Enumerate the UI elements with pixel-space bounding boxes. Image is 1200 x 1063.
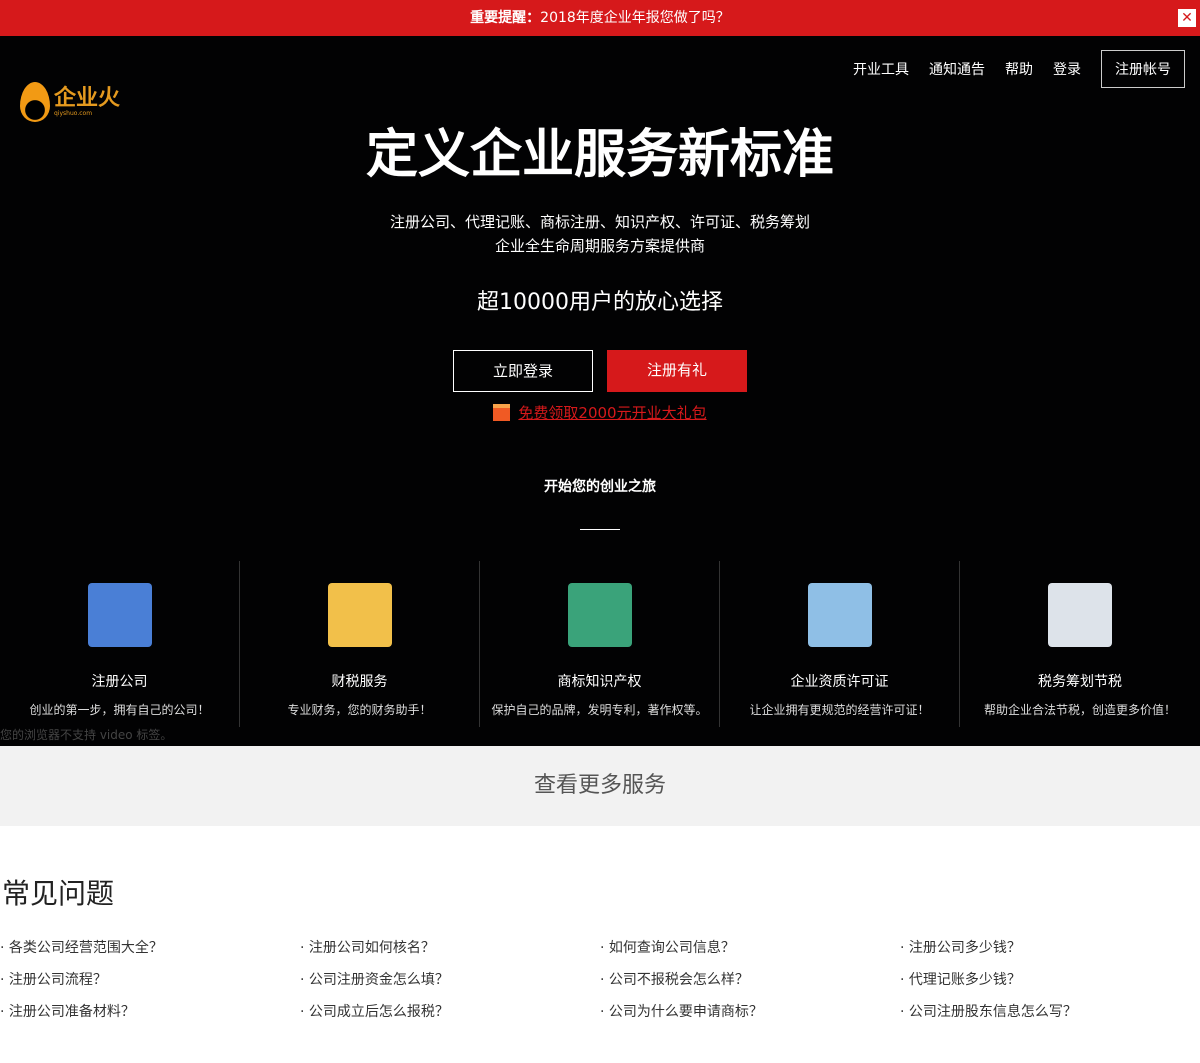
service-title: 企业资质许可证 — [790, 674, 889, 690]
faq-section: 常见问题 · 各类公司经营范围大全？ · 注册公司如何核名？ · 如何查询公司信息？… — [0, 826, 1200, 1022]
service-register-company[interactable]: 注册公司创业的第一步，拥有自己的公司！ — [0, 561, 240, 727]
hero-subtitle: 注册公司、代理记账、商标注册、知识产权、许可证、税务筹划 企业全生命周期服务方案提… — [0, 210, 1200, 258]
service-desc: 保护自己的品牌，发明专利，著作权等。 — [491, 703, 708, 717]
certificate-icon — [807, 583, 872, 647]
faq-link[interactable]: · 公司成立后怎么报税？ — [300, 1002, 600, 1022]
users-tagline: 超10000用户的放心选择 — [477, 290, 723, 315]
divider — [580, 529, 620, 530]
top-nav: 开业工具 通知通告 帮助 登录 注册帐号 — [853, 50, 1185, 88]
faq-link[interactable]: · 注册公司准备材料？ — [0, 1002, 300, 1022]
service-title: 财税服务 — [331, 674, 388, 690]
service-license[interactable]: 企业资质许可证让企业拥有更规范的经营许可证！ — [720, 561, 960, 727]
close-icon[interactable]: ✕ — [1178, 9, 1196, 27]
service-tax-planning[interactable]: 税务筹划节税帮助企业合法节税，创造更多价值！ — [960, 561, 1200, 727]
gift-icon — [493, 404, 511, 421]
service-desc: 创业的第一步，拥有自己的公司！ — [29, 703, 210, 717]
faq-link[interactable]: · 公司不报税会怎么样？ — [600, 970, 900, 990]
faq-link[interactable]: · 注册公司多少钱？ — [900, 938, 1200, 958]
service-desc: 让企业拥有更规范的经营许可证！ — [749, 703, 930, 717]
faq-link[interactable]: · 代理记账多少钱？ — [900, 970, 1200, 990]
faq-title: 常见问题 — [2, 877, 115, 910]
logo-name: 企业火 — [54, 85, 121, 111]
service-finance-tax[interactable]: 财税服务专业财务，您的财务助手！ — [240, 561, 480, 727]
notice-text[interactable]: 2018年度企业年报您做了吗？ — [540, 10, 730, 26]
service-title: 商标知识产权 — [557, 674, 642, 690]
service-title: 税务筹划节税 — [1038, 674, 1122, 690]
faq-link[interactable]: · 各类公司经营范围大全？ — [0, 938, 300, 958]
service-title: 注册公司 — [91, 674, 148, 690]
hero-title: 定义企业服务新标准 — [365, 124, 834, 185]
finance-chart-icon — [327, 583, 392, 647]
calculator-icon — [1048, 583, 1112, 647]
books-icon — [567, 583, 632, 647]
faq-link[interactable]: · 公司为什么要申请商标？ — [600, 1002, 900, 1022]
gift-link[interactable]: 免费领取2000元开业大礼包 — [518, 404, 706, 422]
nav-help[interactable]: 帮助 — [1005, 59, 1033, 79]
service-desc: 专业财务，您的财务助手！ — [287, 703, 432, 717]
faq-link[interactable]: · 公司注册资金怎么填？ — [300, 970, 600, 990]
nav-tools[interactable]: 开业工具 — [853, 59, 909, 79]
notice-bar: 重要提醒：2018年度企业年报您做了吗？ ✕ — [0, 0, 1200, 36]
register-button[interactable]: 注册帐号 — [1101, 50, 1185, 88]
faq-link[interactable]: · 注册公司流程？ — [0, 970, 300, 990]
hero-sub1: 注册公司、代理记账、商标注册、知识产权、许可证、税务筹划 — [389, 213, 810, 231]
building-icon — [87, 583, 152, 647]
notice-strong: 重要提醒： — [470, 10, 541, 26]
signup-gift-button[interactable]: 注册有礼 — [607, 350, 747, 392]
video-fallback: 您的浏览器不支持 video 标签。 — [0, 728, 173, 742]
hero-sub2: 企业全生命周期服务方案提供商 — [494, 237, 705, 255]
more-services-button[interactable]: 查看更多服务 — [0, 746, 1200, 826]
journey-heading: 开始您的创业之旅 — [544, 479, 656, 495]
nav-notices[interactable]: 通知通告 — [929, 59, 985, 79]
faq-link[interactable]: · 注册公司如何核名？ — [300, 938, 600, 958]
login-button[interactable]: 立即登录 — [453, 350, 593, 392]
service-trademark[interactable]: 商标知识产权保护自己的品牌，发明专利，著作权等。 — [480, 561, 720, 727]
services-row: 注册公司创业的第一步，拥有自己的公司！ 财税服务专业财务，您的财务助手！ 商标知… — [0, 561, 1200, 727]
nav-login[interactable]: 登录 — [1053, 59, 1081, 79]
service-desc: 帮助企业合法节税，创造更多价值！ — [983, 703, 1176, 717]
faq-link[interactable]: · 如何查询公司信息？ — [600, 938, 900, 958]
hero: 企业火 qiyshuo.com 开业工具 通知通告 帮助 登录 注册帐号 定义企业… — [0, 36, 1200, 746]
faq-link[interactable]: · 公司注册股东信息怎么写？ — [900, 1002, 1200, 1022]
